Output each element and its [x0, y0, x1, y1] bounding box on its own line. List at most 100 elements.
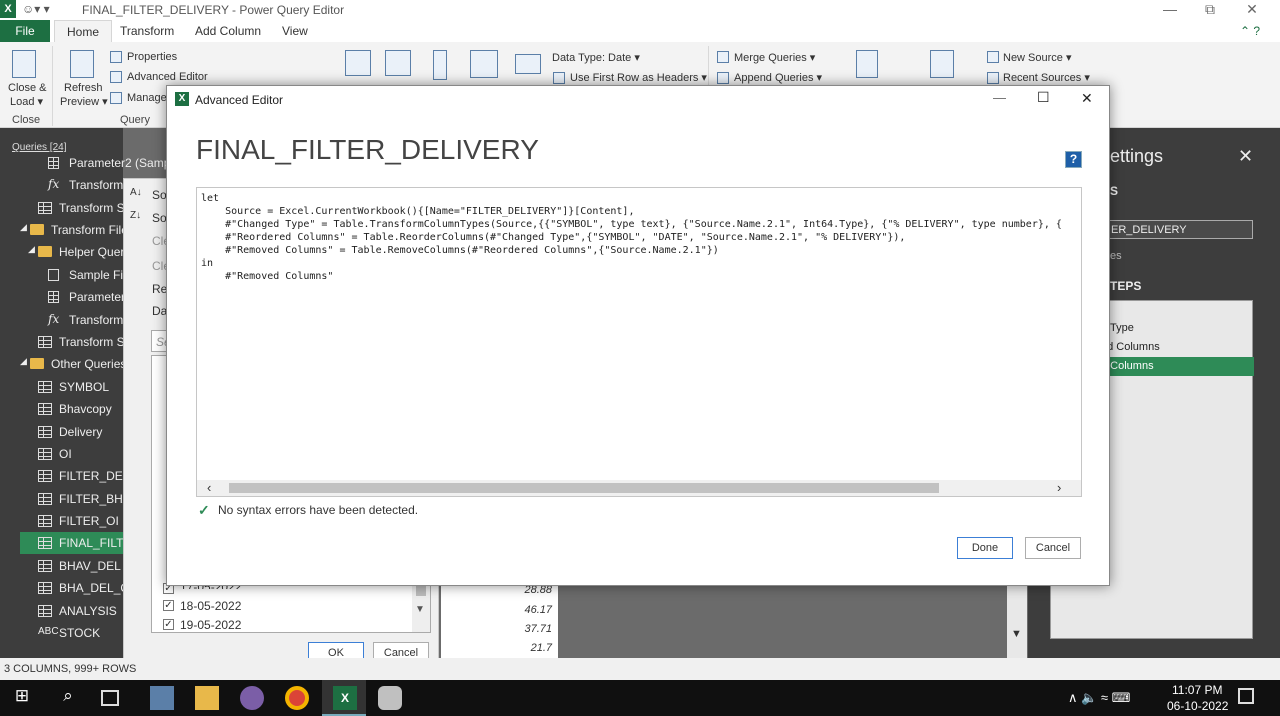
- help-icon[interactable]: ?: [1065, 151, 1082, 168]
- file-explorer-icon[interactable]: [195, 686, 219, 710]
- query-item[interactable]: Transform S: [59, 201, 125, 215]
- data-cell[interactable]: 46.17: [524, 604, 552, 616]
- merge-queries-button[interactable]: Merge Queries ▾: [734, 51, 815, 64]
- sort-ascending-item[interactable]: So: [152, 188, 167, 202]
- tab-add-column[interactable]: Add Column: [195, 24, 261, 38]
- clock-time[interactable]: 11:07 PM: [1172, 683, 1222, 697]
- restore-button[interactable]: ⧉: [1190, 0, 1230, 20]
- notepad-app-icon[interactable]: [150, 686, 174, 710]
- parameters-icon[interactable]: [930, 50, 954, 78]
- clock-date[interactable]: 06-10-2022: [1167, 699, 1228, 713]
- group-by-icon[interactable]: [515, 54, 541, 74]
- use-first-row-button[interactable]: Use First Row as Headers ▾: [570, 71, 707, 84]
- advanced-editor-dialog: X Advanced Editor — ☐ ✕ FINAL_FILTER_DEL…: [166, 85, 1110, 586]
- query-item[interactable]: OI: [59, 447, 72, 461]
- paint-app-icon[interactable]: [378, 686, 402, 710]
- query-item[interactable]: SYMBOL: [59, 380, 109, 394]
- excel-taskbar-icon[interactable]: X: [333, 686, 357, 710]
- expand-arrow-icon[interactable]: ◢: [20, 222, 27, 233]
- filter-checkbox-3[interactable]: ✓: [163, 619, 174, 630]
- done-button[interactable]: Done: [957, 537, 1013, 559]
- query-item[interactable]: Transform: [69, 178, 123, 192]
- properties-button[interactable]: Properties: [127, 51, 177, 63]
- dialog-maximize-button[interactable]: ☐: [1037, 89, 1050, 106]
- sort-icon[interactable]: [433, 50, 447, 80]
- tab-transform[interactable]: Transform: [120, 24, 174, 38]
- advanced-editor-button[interactable]: Advanced Editor: [127, 71, 208, 83]
- scroll-thumb[interactable]: [229, 483, 939, 493]
- browser-app-icon[interactable]: [240, 686, 264, 710]
- remove-columns-icon[interactable]: [385, 50, 411, 76]
- query-item[interactable]: Transform: [69, 313, 123, 327]
- cancel-button[interactable]: Cancel: [1025, 537, 1081, 559]
- query-item[interactable]: ANALYSIS: [59, 604, 117, 618]
- dialog-minimize-button[interactable]: —: [993, 90, 1006, 105]
- help-icon[interactable]: ⌃ ?: [1240, 24, 1260, 38]
- query-item[interactable]: Transform S: [59, 335, 125, 349]
- system-tray-icons[interactable]: ∧ 🔈 ≈ ⌨: [1068, 690, 1130, 706]
- choose-columns-icon[interactable]: [345, 50, 371, 76]
- refresh-preview-button[interactable]: Refresh: [64, 82, 103, 94]
- query-item[interactable]: Delivery: [59, 425, 102, 439]
- chevron-left-icon[interactable]: ‹: [207, 480, 211, 495]
- data-cell[interactable]: 37.71: [524, 623, 552, 635]
- filter-item-label: 19-05-2022: [180, 618, 242, 632]
- query-item[interactable]: Other Queries: [51, 357, 126, 371]
- applied-steps-header: TEPS: [1110, 279, 1142, 293]
- expand-arrow-icon[interactable]: ◢: [28, 244, 35, 255]
- grid-scrollbar[interactable]: ▼: [1007, 586, 1027, 658]
- search-icon[interactable]: ⌕: [56, 686, 80, 710]
- close-load-button-2[interactable]: Load ▾: [10, 95, 43, 108]
- chevron-down-icon[interactable]: ▼: [1011, 628, 1022, 640]
- chevron-down-icon[interactable]: ▼: [415, 604, 425, 615]
- chrome-icon[interactable]: [285, 686, 309, 710]
- query-item[interactable]: Bhavcopy: [59, 402, 112, 416]
- check-icon: ✓: [198, 502, 210, 518]
- close-button[interactable]: ✕: [1232, 0, 1272, 20]
- all-properties-link[interactable]: es: [1110, 250, 1122, 262]
- query-item[interactable]: STOCK: [59, 626, 100, 640]
- close-load-button[interactable]: Close &: [8, 82, 47, 94]
- m-code-text[interactable]: let Source = Excel.CurrentWorkbook(){[Na…: [201, 192, 1062, 283]
- notifications-icon[interactable]: [1238, 688, 1254, 704]
- recent-sources-button[interactable]: Recent Sources ▾: [1003, 71, 1090, 84]
- tab-file[interactable]: File: [0, 20, 50, 42]
- dialog-close-button[interactable]: ✕: [1081, 90, 1093, 107]
- minimize-button[interactable]: —: [1150, 0, 1190, 20]
- refresh-preview-button-2[interactable]: Preview ▾: [60, 95, 108, 108]
- table-icon: [38, 381, 52, 393]
- properties-header: S: [1110, 184, 1119, 198]
- query-name-input[interactable]: ER_DELIVERY: [1108, 220, 1253, 239]
- split-column-icon[interactable]: [470, 50, 498, 78]
- expand-arrow-icon[interactable]: ◢: [20, 356, 27, 367]
- start-windows-icon[interactable]: ⊞: [10, 686, 34, 710]
- tab-view[interactable]: View: [282, 24, 308, 38]
- query-item[interactable]: BHA_DEL_OI: [59, 581, 133, 595]
- recent-sources-icon: [987, 72, 999, 84]
- query-item[interactable]: FINAL_FILTE: [59, 536, 131, 550]
- sort-descending-item[interactable]: So: [152, 211, 167, 225]
- query-item[interactable]: Transform File: [51, 223, 128, 237]
- new-source-button[interactable]: New Source ▾: [1003, 51, 1072, 64]
- chevron-right-icon[interactable]: ›: [1057, 480, 1061, 495]
- tab-home[interactable]: Home: [54, 20, 113, 43]
- close-settings-icon[interactable]: ✕: [1238, 146, 1253, 167]
- query-item[interactable]: Helper Quer: [59, 245, 124, 259]
- manage-button[interactable]: Manage: [127, 92, 167, 104]
- append-queries-button[interactable]: Append Queries ▾: [734, 71, 822, 84]
- task-view-icon[interactable]: [101, 690, 119, 706]
- code-editor[interactable]: let Source = Excel.CurrentWorkbook(){[Na…: [196, 187, 1082, 497]
- query-item[interactable]: Parameter2 (Sample: [69, 156, 180, 170]
- query-item[interactable]: FILTER_DELI: [59, 469, 133, 483]
- query-item[interactable]: FILTER_OI: [59, 514, 119, 528]
- data-type-dropdown[interactable]: Data Type: Date ▾: [552, 51, 640, 64]
- excel-dialog-icon: X: [175, 92, 189, 106]
- horizontal-scrollbar[interactable]: ‹ ›: [197, 480, 1081, 496]
- queries-header[interactable]: Queries [24]: [12, 142, 66, 153]
- fx-icon: fx: [48, 177, 60, 191]
- filter-checkbox-2[interactable]: ✓: [163, 600, 174, 611]
- data-cell[interactable]: 21.7: [531, 642, 552, 654]
- combine-files-icon[interactable]: [856, 50, 878, 78]
- quick-access-toolbar[interactable]: ☺▾ ▾: [22, 2, 50, 16]
- query-item[interactable]: BHAV_DEL: [59, 559, 121, 573]
